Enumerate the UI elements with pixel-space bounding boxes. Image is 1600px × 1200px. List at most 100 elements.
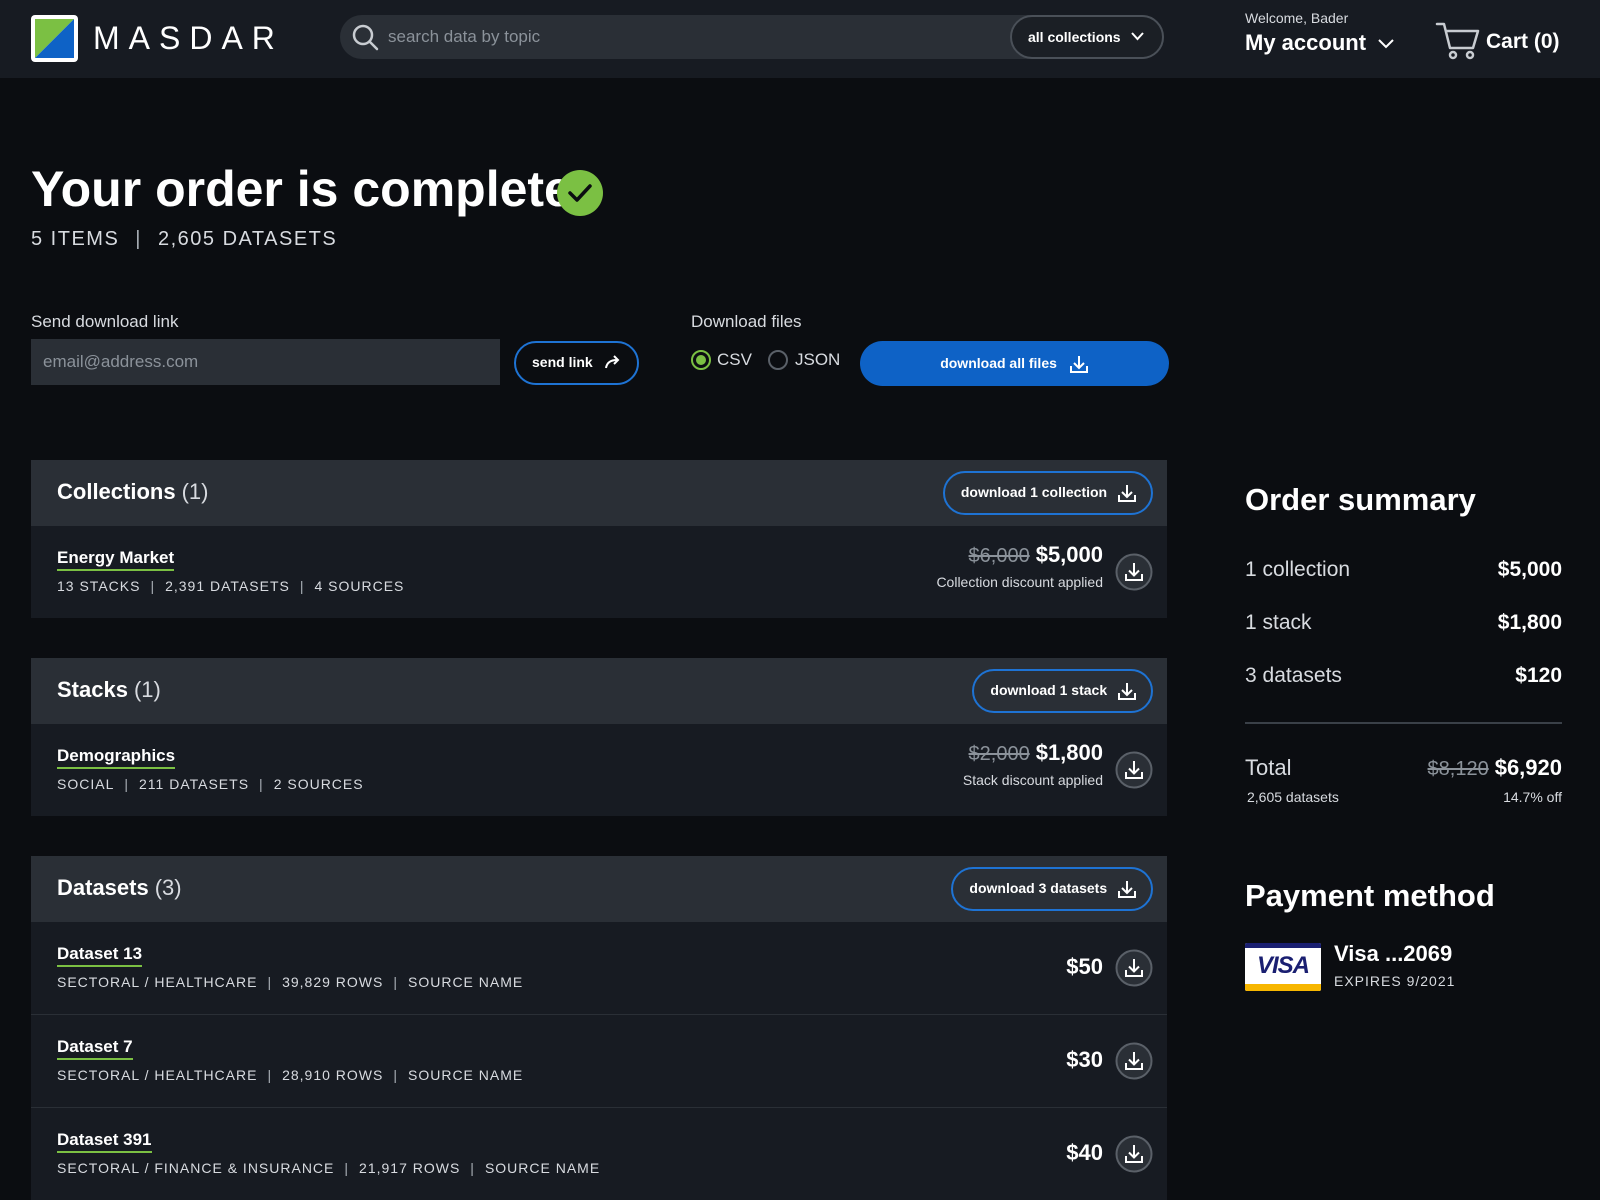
csv-radio[interactable]	[691, 350, 711, 370]
meta-rows: 21,917 ROWS	[359, 1160, 461, 1176]
account-label: My account	[1245, 30, 1367, 55]
total-old-price: $8,120	[1427, 758, 1489, 780]
summary-line-label: 3 datasets	[1245, 664, 1342, 687]
summary-line-value: $120	[1515, 664, 1562, 687]
datasets-section-header: Datasets (3) download 3 datasets	[31, 856, 1167, 922]
download-datasets-label: download 3 datasets	[969, 880, 1108, 896]
dataset-price: $40	[1066, 1140, 1103, 1165]
search-icon[interactable]	[350, 22, 380, 52]
card-expiry: EXPIRES 9/2021	[1334, 973, 1456, 989]
collection-row: Energy Market 13 STACKS | 2,391 DATASETS | 4…	[31, 526, 1167, 618]
discount-note: Collection discount applied	[936, 574, 1103, 590]
meta-rows: 39,829 ROWS	[282, 974, 384, 990]
download-collection-button[interactable]: download 1 collection	[942, 471, 1153, 515]
stack-row: Demographics SOCIAL | 211 DATASETS | 2 SOURC…	[31, 724, 1167, 816]
dataset-meta: SECTORAL / HEALTHCARE | 39,829 ROWS | SOURCE…	[57, 974, 524, 990]
dataset-meta: SECTORAL / FINANCE & INSURANCE | 21,917 RO…	[57, 1160, 601, 1176]
collections-count: (1)	[181, 479, 209, 504]
dataset-name-link[interactable]: Dataset 7	[57, 1037, 133, 1060]
meta-sources: 2 SOURCES	[273, 776, 364, 792]
total-value: $8,120 $6,920	[1428, 755, 1562, 781]
total-price: $6,920	[1494, 755, 1562, 780]
send-link-label: Send download link	[31, 312, 179, 331]
download-icon[interactable]	[1115, 553, 1153, 591]
datasets-count: (3)	[154, 875, 182, 900]
collection-meta: 13 STACKS | 2,391 DATASETS | 4 SOURCES	[57, 578, 405, 594]
download-icon	[1118, 683, 1136, 701]
meta-sources: 4 SOURCES	[314, 578, 405, 594]
download-all-label: download all files	[940, 355, 1057, 371]
collections-section-header: Collections (1) download 1 collection	[31, 460, 1167, 526]
stacks-count: (1)	[133, 677, 161, 702]
payment-method-title: Payment method	[1245, 878, 1495, 913]
send-link-button-label: send link	[532, 354, 593, 370]
brand-name[interactable]: MASDAR	[93, 20, 284, 57]
chevron-down-icon	[1378, 39, 1394, 49]
total-datasets: 2,605 datasets	[1247, 789, 1339, 805]
dataset-price: $50	[1066, 954, 1103, 979]
meta-source: SOURCE NAME	[408, 1067, 524, 1083]
collection-scope-dropdown[interactable]: all collections	[1010, 15, 1164, 59]
download-icon[interactable]	[1115, 751, 1153, 789]
download-stack-button[interactable]: download 1 stack	[972, 669, 1153, 713]
masdar-logo-icon[interactable]	[31, 15, 78, 62]
collection-price: $6,000 $5,000 Collection discount applied	[936, 542, 1103, 590]
dataset-meta: SECTORAL / HEALTHCARE | 28,910 ROWS | SOURCE…	[57, 1067, 524, 1083]
download-files-label: Download files	[691, 312, 802, 331]
dataset-row: Dataset 7 SECTORAL / HEALTHCARE | 28,910 R…	[31, 1015, 1167, 1107]
download-all-files-button[interactable]: download all files	[860, 341, 1169, 386]
card-brand-logo: VISA	[1256, 952, 1310, 979]
meta-sector: SECTORAL / HEALTHCARE	[57, 974, 258, 990]
stack-name-link[interactable]: Demographics	[57, 746, 176, 769]
discount-note: Stack discount applied	[962, 772, 1103, 788]
stacks-title-text: Stacks	[57, 677, 128, 702]
datasets-count: 2,605 DATASETS	[158, 228, 338, 250]
card-name: Visa ...2069	[1334, 941, 1453, 966]
dataset-name-link[interactable]: Dataset 391	[57, 1130, 152, 1153]
meta-rows: 28,910 ROWS	[282, 1067, 384, 1083]
json-radio-label[interactable]: JSON	[795, 350, 840, 370]
download-icon[interactable]	[1115, 1042, 1153, 1080]
collections-title: Collections (1)	[57, 479, 208, 505]
old-price: $6,000	[968, 545, 1030, 567]
download-icon	[1118, 881, 1136, 899]
collections-title-text: Collections	[57, 479, 176, 504]
share-icon	[604, 355, 619, 369]
meta-datasets: 211 DATASETS	[139, 776, 250, 792]
visa-card-icon: VISA	[1245, 943, 1321, 991]
datasets-title: Datasets (3)	[57, 875, 182, 901]
email-field[interactable]	[31, 339, 500, 385]
cart-icon[interactable]	[1435, 20, 1481, 60]
order-summary-title: Order summary	[1245, 482, 1476, 517]
dataset-name-link[interactable]: Dataset 13	[57, 944, 143, 967]
send-link-button[interactable]: send link	[514, 341, 639, 385]
datasets-title-text: Datasets	[57, 875, 149, 900]
check-circle-icon	[557, 170, 603, 216]
meta-source: SOURCE NAME	[484, 1160, 601, 1176]
my-account-menu[interactable]: My account	[1245, 30, 1394, 56]
summary-line-label: 1 stack	[1245, 611, 1312, 634]
download-stack-label: download 1 stack	[990, 682, 1108, 698]
dataset-row: Dataset 391 SECTORAL / FINANCE & INSURAN…	[31, 1108, 1167, 1200]
download-icon[interactable]	[1115, 1135, 1153, 1173]
stacks-section-header: Stacks (1) download 1 stack	[31, 658, 1167, 724]
collection-name-link[interactable]: Energy Market	[57, 548, 175, 571]
csv-radio-label[interactable]: CSV	[717, 350, 752, 370]
top-nav-bar: MASDAR all collections Welcome, Bader My…	[0, 0, 1600, 78]
total-discount: 14.7% off	[1503, 789, 1562, 805]
stacks-title: Stacks (1)	[57, 677, 161, 703]
download-icon[interactable]	[1115, 949, 1153, 987]
json-radio[interactable]	[768, 350, 788, 370]
welcome-text: Welcome, Bader	[1245, 10, 1349, 26]
scope-label: all collections	[1028, 29, 1121, 45]
search-input[interactable]	[388, 15, 988, 59]
meta-sector: SECTORAL / FINANCE & INSURANCE	[57, 1160, 335, 1176]
download-collection-label: download 1 collection	[960, 484, 1108, 500]
download-datasets-button[interactable]: download 3 datasets	[951, 867, 1153, 911]
download-icon	[1118, 485, 1136, 503]
download-icon	[1069, 356, 1088, 374]
cart-link[interactable]: Cart (0)	[1486, 30, 1560, 54]
old-price: $2,000	[968, 743, 1030, 765]
meta-category: SOCIAL	[57, 776, 115, 792]
price: $5,000	[1035, 542, 1103, 567]
